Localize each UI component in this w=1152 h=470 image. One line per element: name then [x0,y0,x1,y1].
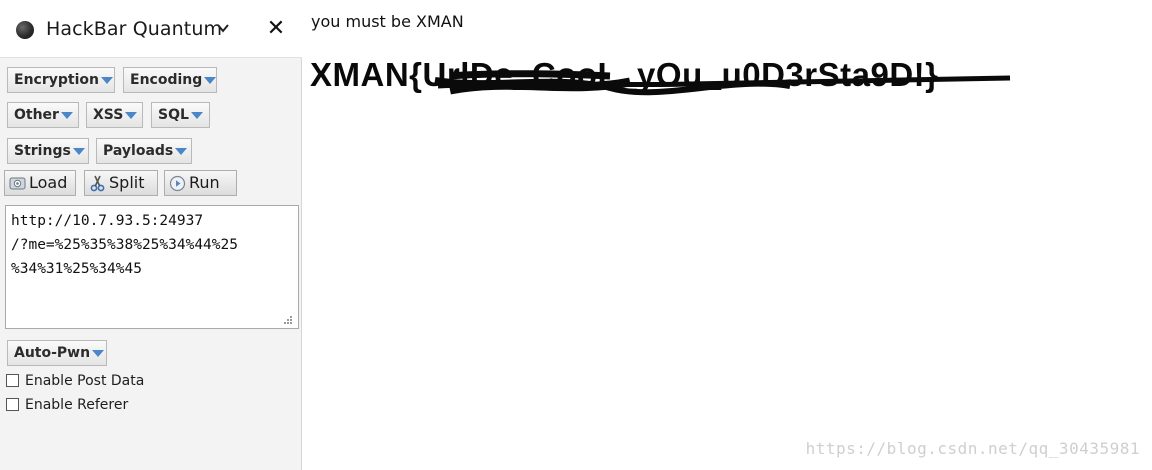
encoding-menu-label: Encoding [130,72,203,88]
xss-menu-label: XSS [93,107,124,123]
load-button-label: Load [29,173,68,192]
enable-post-data-label[interactable]: Enable Post Data [25,373,144,389]
dropdown-arrow-icon [190,111,203,119]
other-menu-button[interactable]: Other [7,102,79,128]
dropdown-arrow-icon [204,76,217,84]
sidebar-header: HackBar Quantum ✕ [0,0,302,58]
page-message: you must be XMAN [311,12,464,31]
flag-prefix: XMAN{ [310,56,423,93]
enable-referer-checkbox[interactable] [6,398,19,411]
sql-menu-label: SQL [158,107,189,123]
dropdown-arrow-icon [92,349,105,357]
url-textarea[interactable]: http://10.7.93.5:24937 /?me=%25%35%38%25… [5,205,299,329]
encoding-menu-button[interactable]: Encoding [123,67,217,93]
flag-redacted-text: UrlDe_CooL_yOu_u0D3rSta9D!} [422,56,939,93]
payloads-menu-label: Payloads [103,143,174,159]
load-icon [9,177,26,190]
dropdown-arrow-icon [100,76,113,84]
split-button-label: Split [109,173,145,192]
run-url-button[interactable]: Run [164,170,237,196]
split-url-button[interactable]: Split [84,170,158,196]
resize-grip-icon[interactable] [283,315,293,325]
hackbar-sidebar: HackBar Quantum ✕ Encryption Encoding Ot… [0,0,302,470]
scissors-icon [90,175,105,192]
dropdown-arrow-icon [175,147,188,155]
sidebar-title[interactable]: HackBar Quantum [46,18,222,40]
auto-pwn-menu-button[interactable]: Auto-Pwn [7,340,107,366]
enable-post-data-checkbox[interactable] [6,374,19,387]
enable-referer-label[interactable]: Enable Referer [25,397,128,413]
close-button[interactable]: ✕ [266,18,286,40]
run-button-label: Run [189,173,220,192]
dropdown-arrow-icon [60,111,73,119]
flag-output: XMAN{UrlDe_CooL_yOu_u0D3rSta9D!} [310,56,1011,100]
dropdown-arrow-icon [72,147,85,155]
payloads-menu-button[interactable]: Payloads [96,138,192,164]
strings-menu-button[interactable]: Strings [7,138,89,164]
encryption-menu-button[interactable]: Encryption [7,67,115,93]
auto-pwn-menu-label: Auto-Pwn [14,345,91,361]
sql-menu-button[interactable]: SQL [151,102,210,128]
xss-menu-button[interactable]: XSS [86,102,143,128]
strings-menu-label: Strings [14,143,71,159]
dropdown-arrow-icon [125,111,138,119]
hackbar-logo-icon [16,21,34,39]
chevron-down-icon[interactable] [216,21,230,35]
play-circle-icon [169,175,186,192]
watermark-text: https://blog.csdn.net/qq_30435981 [805,439,1140,458]
encryption-menu-label: Encryption [14,72,99,88]
load-url-button[interactable]: Load [4,170,76,196]
other-menu-label: Other [14,107,59,123]
